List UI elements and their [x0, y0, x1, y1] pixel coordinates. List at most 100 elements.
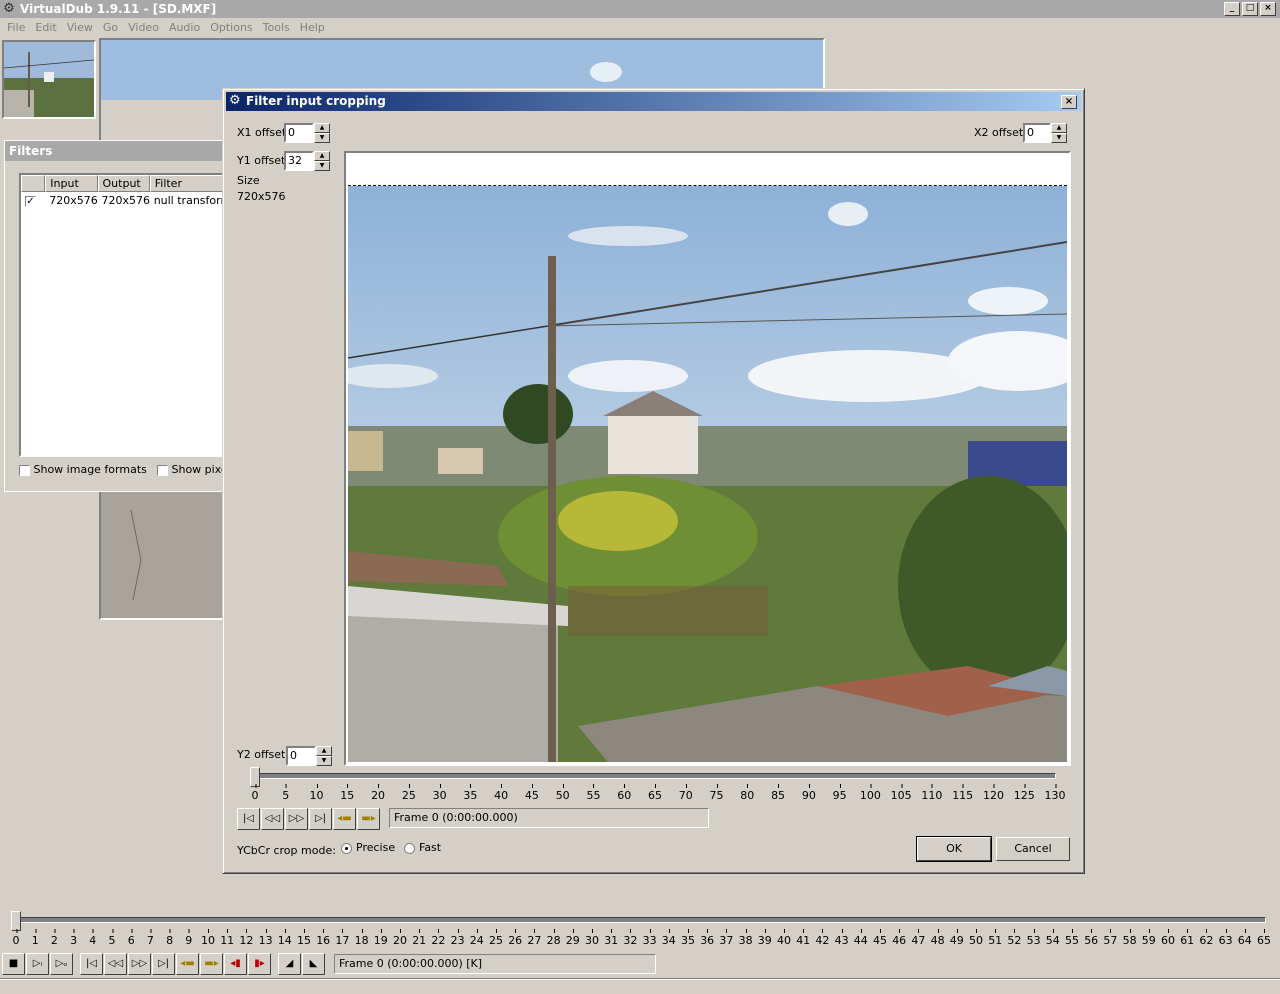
- fast-radio-option[interactable]: Fast: [404, 841, 441, 854]
- timeline-tick-label: 70: [678, 784, 693, 802]
- next-keyframe-icon[interactable]: ▬▸: [200, 953, 223, 975]
- menu-video[interactable]: Video: [123, 19, 164, 37]
- column-enabled[interactable]: [21, 175, 46, 192]
- y2-offset-arrows[interactable]: ▲ ▼: [316, 746, 332, 766]
- checkmark-icon[interactable]: ✓: [25, 196, 36, 207]
- timeline-tick-label: 50: [969, 929, 983, 947]
- play-input-icon[interactable]: ▷ᵢ: [26, 953, 49, 975]
- filter-input-cell: 720x576: [49, 194, 98, 207]
- menu-tools[interactable]: Tools: [258, 19, 295, 37]
- main-timeline-track[interactable]: [12, 917, 1266, 923]
- spin-up-icon[interactable]: ▲: [1051, 123, 1067, 133]
- go-start-icon[interactable]: |◁: [80, 953, 103, 975]
- y1-offset-spinner[interactable]: 32 ▲ ▼: [284, 151, 330, 171]
- menu-edit[interactable]: Edit: [30, 19, 61, 37]
- spin-down-icon[interactable]: ▼: [314, 161, 330, 171]
- next-frame-icon[interactable]: ▷▷: [128, 953, 151, 975]
- spin-up-icon[interactable]: ▲: [314, 151, 330, 161]
- timeline-tick-label: 38: [738, 929, 753, 947]
- go-end-icon[interactable]: ▷|: [152, 953, 175, 975]
- prev-scene-icon[interactable]: ◂▮: [224, 953, 247, 975]
- main-timeline-thumb[interactable]: [11, 911, 21, 931]
- y2-offset-spinner[interactable]: 0 ▲ ▼: [286, 746, 332, 766]
- next-frame-icon[interactable]: ▷▷: [285, 808, 308, 830]
- timeline-tick-label: 65: [1257, 929, 1271, 947]
- crop-mode-label: YCbCr crop mode:: [237, 844, 336, 857]
- filter-enabled-checkbox[interactable]: ✓: [21, 192, 45, 210]
- precise-radio[interactable]: [341, 842, 352, 854]
- timeline-tick-label: 51: [988, 929, 1003, 947]
- cancel-button[interactable]: Cancel: [996, 837, 1070, 861]
- timeline-tick-label: 27: [527, 929, 542, 947]
- timeline-tick-label: 44: [853, 929, 868, 947]
- prev-keyframe-icon[interactable]: ◂▬: [333, 808, 356, 830]
- play-output-icon[interactable]: ▷ₒ: [50, 953, 73, 975]
- spin-up-icon[interactable]: ▲: [314, 123, 330, 133]
- timeline-tick-label: 85: [771, 784, 786, 802]
- table-row[interactable]: ✓ 720x576 720x576 null transform: [21, 192, 225, 210]
- filters-list[interactable]: Input Output Filter ✓ 720x576 720x576 nu…: [19, 173, 225, 457]
- next-scene-icon[interactable]: ▮▸: [248, 953, 271, 975]
- x1-offset-arrows[interactable]: ▲ ▼: [314, 123, 330, 143]
- input-video-pane[interactable]: [2, 40, 96, 119]
- show-image-formats-checkbox[interactable]: [19, 464, 30, 476]
- close-button[interactable]: ×: [1260, 2, 1276, 16]
- timeline-tick-label: 130: [1044, 784, 1066, 802]
- timeline-tick-label: 13: [258, 929, 273, 947]
- timeline-tick-label: 48: [930, 929, 945, 947]
- go-start-icon[interactable]: |◁: [237, 808, 260, 830]
- x2-offset-arrows[interactable]: ▲ ▼: [1051, 123, 1067, 143]
- go-end-icon[interactable]: ▷|: [309, 808, 332, 830]
- timeline-tick-label: 54: [1045, 929, 1060, 947]
- x2-offset-input[interactable]: 0: [1023, 123, 1051, 143]
- mark-in-icon[interactable]: ◢: [278, 953, 301, 975]
- maximize-button[interactable]: □: [1242, 2, 1258, 16]
- show-pixel-option[interactable]: Show pixe: [157, 463, 225, 476]
- show-pixel-checkbox[interactable]: [157, 464, 168, 476]
- timeline-tick-label: 20: [371, 784, 386, 802]
- dialog-timeline-track[interactable]: [250, 773, 1056, 779]
- menu-options[interactable]: Options: [205, 19, 257, 37]
- column-filter[interactable]: Filter: [149, 175, 225, 192]
- mark-out-icon[interactable]: ◣: [302, 953, 325, 975]
- timeline-tick-label: 64: [1237, 929, 1252, 947]
- prev-keyframe-icon[interactable]: ◂▬: [176, 953, 199, 975]
- timeline-tick-label: 33: [642, 929, 657, 947]
- menu-view[interactable]: View: [62, 19, 98, 37]
- timeline-tick-label: 59: [1141, 929, 1156, 947]
- menu-help[interactable]: Help: [295, 19, 330, 37]
- timeline-tick-label: 19: [373, 929, 388, 947]
- precise-radio-option[interactable]: Precise: [341, 841, 395, 854]
- x2-offset-label: X2 offset: [974, 126, 1024, 139]
- prev-frame-icon[interactable]: ◁◁: [261, 808, 284, 830]
- dialog-close-button[interactable]: ×: [1061, 95, 1077, 109]
- timeline-tick-label: 14: [277, 929, 292, 947]
- y1-offset-input[interactable]: 32: [284, 151, 314, 171]
- next-keyframe-icon[interactable]: ▬▸: [357, 808, 380, 830]
- show-image-formats-option[interactable]: Show image formats: [19, 463, 147, 476]
- stop-icon[interactable]: ■: [2, 953, 25, 975]
- x1-offset-spinner[interactable]: 0 ▲ ▼: [284, 123, 330, 143]
- column-output[interactable]: Output: [97, 175, 150, 192]
- crop-preview[interactable]: [344, 151, 1071, 766]
- minimize-button[interactable]: _: [1224, 2, 1240, 16]
- timeline-tick-label: 2: [50, 929, 58, 947]
- spin-down-icon[interactable]: ▼: [314, 133, 330, 143]
- fast-radio[interactable]: [404, 842, 415, 854]
- spin-down-icon[interactable]: ▼: [316, 756, 332, 766]
- ok-button[interactable]: OK: [916, 836, 992, 862]
- timeline-tick-label: 115: [952, 784, 974, 802]
- x2-offset-spinner[interactable]: 0 ▲ ▼: [1023, 123, 1067, 143]
- y1-offset-arrows[interactable]: ▲ ▼: [314, 151, 330, 171]
- x1-offset-input[interactable]: 0: [284, 123, 314, 143]
- menu-audio[interactable]: Audio: [164, 19, 205, 37]
- y2-offset-input[interactable]: 0: [286, 746, 316, 766]
- prev-frame-icon[interactable]: ◁◁: [104, 953, 127, 975]
- spin-up-icon[interactable]: ▲: [316, 746, 332, 756]
- menu-go[interactable]: Go: [98, 19, 123, 37]
- main-timeline-ticks: 0 1 2 3 4 5 6 7 8 9 10 11 12 13 14 15 16 17 18 19 20 21 22 23 24…: [13, 929, 1271, 948]
- timeline-tick-label: 63: [1218, 929, 1233, 947]
- spin-down-icon[interactable]: ▼: [1051, 133, 1067, 143]
- column-input[interactable]: Input: [45, 175, 98, 192]
- menu-file[interactable]: File: [2, 19, 30, 37]
